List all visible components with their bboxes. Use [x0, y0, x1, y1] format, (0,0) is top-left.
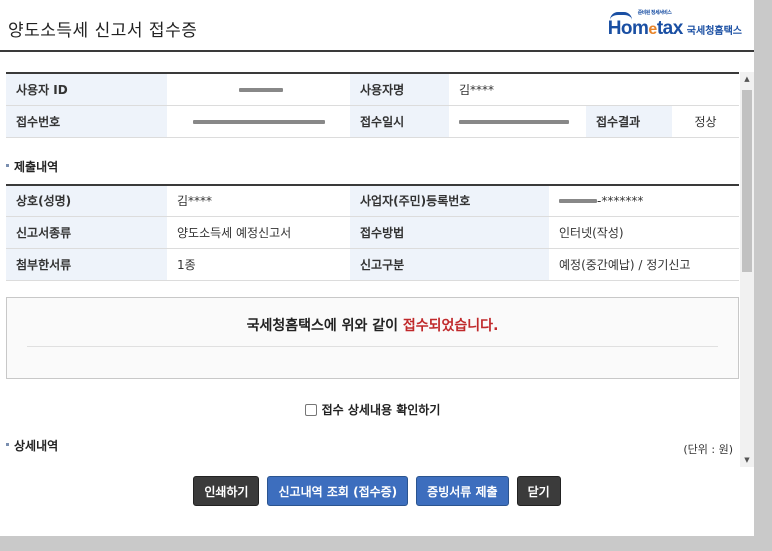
unit-label: (단위 : 원): [683, 443, 733, 456]
scroll-down-icon[interactable]: ▼: [740, 453, 754, 467]
confirm-detail-checkbox-label[interactable]: 접수 상세내용 확인하기: [6, 401, 739, 418]
reg-no-value: -*******: [549, 183, 739, 217]
user-info-table: 사용자 ID 사용자명 김**** 접수번호 접수일시 접수결과 정상: [6, 72, 739, 138]
notice-text-main: 국세청홈택스에 위와 같이: [246, 318, 403, 334]
bullet-icon: [6, 163, 9, 167]
reg-no-suffix: -*******: [597, 193, 644, 208]
logo-brand: 준비된 정세서비스 Hometax: [607, 10, 684, 40]
user-id-label: 사용자 ID: [6, 72, 167, 106]
table-row: 신고서종류 양도소득세 예정신고서 접수방법 인터넷(작성): [6, 216, 739, 249]
table-row: 사용자 ID 사용자명 김****: [6, 72, 739, 106]
table-row: 첨부한서류 1종 신고구분 예정(중간예납) / 정기신고: [6, 248, 739, 281]
scroll-thumb[interactable]: [742, 90, 752, 272]
submission-heading-label: 제출내역: [14, 159, 59, 174]
confirm-detail-checkbox[interactable]: [304, 403, 317, 416]
page-title: 양도소득세 신고서 접수증: [8, 21, 198, 41]
user-id-value: [167, 72, 350, 106]
print-button[interactable]: 인쇄하기: [193, 476, 260, 506]
confirm-row: 접수 상세내용 확인하기: [6, 379, 739, 433]
method-value: 인터넷(작성): [549, 216, 739, 249]
trade-name-label: 상호(성명): [6, 183, 167, 217]
masked-value: [193, 119, 325, 124]
detail-heading-label: 상세내역: [14, 439, 59, 453]
scroll-up-icon[interactable]: ▲: [740, 72, 754, 86]
button-bar: 인쇄하기 신고내역 조회 (접수증) 증빙서류 제출 닫기: [0, 476, 754, 506]
trade-name-value: 김****: [167, 183, 350, 217]
attach-value: 1종: [167, 248, 350, 281]
report-type-label: 신고서종류: [6, 216, 167, 249]
receipt-no-value: [167, 105, 350, 138]
masked-value: [559, 199, 597, 204]
masked-value: [459, 119, 569, 124]
logo-brand-part3: tax: [656, 18, 683, 39]
masked-value: [239, 87, 283, 92]
submit-evidence-button[interactable]: 증빙서류 제출: [416, 476, 509, 506]
receipt-date-label: 접수일시: [350, 105, 449, 138]
title-bar: 양도소득세 신고서 접수증 준비된 정세서비스 Hometax 국세청홈택스: [0, 0, 754, 52]
notice-text: 국세청홈택스에 위와 같이 접수되었습니다.: [7, 315, 738, 335]
category-label: 신고구분: [350, 248, 549, 281]
reg-no-label: 사업자(주민)등록번호: [350, 183, 549, 217]
logo-korean: 국세청홈택스: [686, 25, 742, 37]
logo-brand-part2: e: [648, 21, 657, 38]
category-value: 예정(중간예납) / 정기신고: [549, 248, 739, 281]
submission-table: 상호(성명) 김**** 사업자(주민)등록번호 -******* 신고서종류 …: [6, 183, 739, 281]
method-label: 접수방법: [350, 216, 549, 249]
notice-box: 국세청홈택스에 위와 같이 접수되었습니다.: [6, 297, 739, 379]
logo-roof-icon: [609, 12, 632, 20]
confirm-detail-text: 접수 상세내용 확인하기: [321, 403, 441, 417]
submission-heading: 제출내역: [6, 138, 739, 184]
close-button[interactable]: 닫기: [516, 476, 561, 506]
notice-text-highlight: 접수되었습니다.: [402, 318, 499, 334]
receipt-popup: 양도소득세 신고서 접수증 준비된 정세서비스 Hometax 국세청홈택스 사…: [0, 0, 754, 536]
receipt-no-label: 접수번호: [6, 105, 167, 138]
hometax-logo: 준비된 정세서비스 Hometax 국세청홈택스: [607, 10, 742, 40]
detail-heading: 상세내역 (단위 : 원): [6, 433, 739, 461]
table-row: 접수번호 접수일시 접수결과 정상: [6, 105, 739, 138]
logo-tagline: 준비된 정세서비스: [637, 10, 672, 16]
attach-label: 첨부한서류: [6, 248, 167, 281]
user-name-value: 김****: [449, 72, 739, 106]
bullet-icon: [6, 443, 9, 446]
table-row: 상호(성명) 김**** 사업자(주민)등록번호 -*******: [6, 183, 739, 217]
receipt-date-value: [449, 105, 586, 138]
user-name-label: 사용자명: [350, 72, 449, 106]
vertical-scrollbar[interactable]: ▲ ▼: [740, 72, 754, 467]
view-receipt-button[interactable]: 신고내역 조회 (접수증): [267, 476, 409, 506]
logo-brand-part1: Hom: [607, 18, 649, 39]
divider: [27, 346, 718, 347]
result-value: 정상: [672, 105, 739, 138]
content-scroll-area[interactable]: 사용자 ID 사용자명 김**** 접수번호 접수일시 접수결과 정상 제출내역…: [6, 72, 739, 461]
result-label: 접수결과: [586, 105, 672, 138]
report-type-value: 양도소득세 예정신고서: [167, 216, 350, 249]
